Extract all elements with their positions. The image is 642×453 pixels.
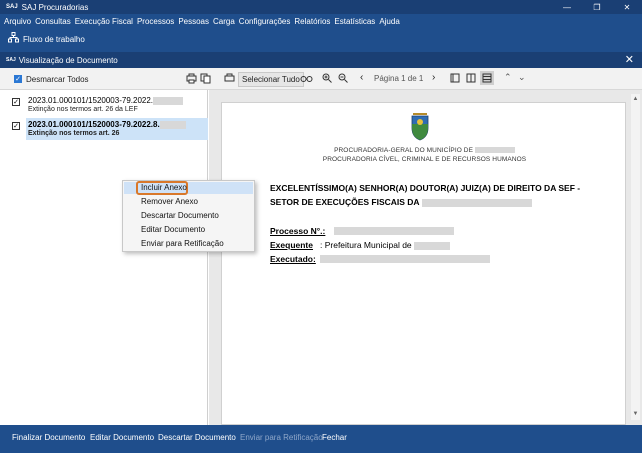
deselect-all-label[interactable]: Desmarcar Todos — [26, 75, 89, 84]
menu-arquivo[interactable]: Arquivo — [4, 17, 31, 26]
previous-page-icon[interactable]: ‹ — [360, 72, 363, 83]
workflow-link[interactable]: Fluxo de trabalho — [23, 35, 85, 44]
dialog-title: Visualização de Documento — [18, 55, 118, 65]
processo-label: Processo N°.: — [270, 226, 326, 236]
minimize-button[interactable]: — — [552, 0, 582, 14]
action-bar: Finalizar Documento Editar Documento Des… — [0, 425, 642, 453]
select-all-button[interactable]: Selecionar Tudo — [238, 72, 304, 87]
document-list: ✓ 2023.01.000101/1520003-79.2022. Extinç… — [0, 90, 208, 425]
main-toolbar: Fluxo de trabalho — [0, 28, 642, 50]
greeting-line2: SETOR DE EXECUÇÕES FISCAIS DA — [270, 197, 532, 207]
page-indicator: Página 1 de 1 — [374, 74, 424, 83]
redacted-executado — [320, 255, 490, 263]
deselect-all-checkbox[interactable]: ✓ — [14, 75, 22, 83]
document-number: 2023.01.000101/1520003-79.2022. — [28, 96, 184, 105]
finalize-document-button[interactable]: Finalizar Documento — [12, 433, 85, 442]
app-logo: SAJ — [6, 4, 18, 10]
document-checkbox[interactable]: ✓ — [12, 122, 20, 130]
document-description: Extinção nos termos art. 26 da LEF — [28, 106, 138, 113]
viewer-toolbar: ✓ Desmarcar Todos Selecionar Tudo ‹ Pági… — [0, 68, 642, 90]
window-controls: — ❐ ✕ — [552, 0, 642, 14]
scroll-up-arrow-icon[interactable]: ▲ — [632, 96, 639, 103]
menu-item-enviar-retificacao[interactable]: Enviar para Retificação — [141, 239, 224, 248]
document-checkbox[interactable]: ✓ — [12, 98, 20, 106]
maximize-button[interactable]: ❐ — [582, 0, 612, 14]
document-preview-pane: PROCURADORIA-GERAL DO MUNICÍPIO DE PROCU… — [209, 90, 642, 425]
scroll-down-arrow-icon[interactable]: ▼ — [632, 411, 639, 418]
zoom-out-icon[interactable] — [338, 73, 348, 85]
menu-configuracoes[interactable]: Configurações — [239, 17, 291, 26]
zoom-in-icon[interactable] — [322, 73, 332, 85]
document-viewer-dialog: SAJ Visualização de Documento ✕ ✓ Desmar… — [0, 52, 642, 453]
municipal-seal-icon — [411, 113, 429, 141]
dialog-title-bar: SAJ Visualização de Documento ✕ — [0, 52, 642, 68]
menu-execucao-fiscal[interactable]: Execução Fiscal — [75, 17, 133, 26]
dialog-logo: SAJ — [6, 57, 16, 63]
redacted-process-number — [334, 227, 454, 235]
menu-item-descartar-documento[interactable]: Descartar Documento — [141, 211, 219, 220]
menu-bar: Arquivo Consultas Execução Fiscal Proces… — [0, 14, 642, 28]
exequente-value: : Prefeitura Municipal de — [320, 240, 451, 250]
scroll-up-icon[interactable]: ⌃ — [504, 72, 512, 83]
org-name-line2: PROCURADORIA CÍVEL, CRIMINAL E DE RECURS… — [322, 156, 527, 163]
print-all-icon[interactable] — [200, 73, 211, 86]
document-page: PROCURADORIA-GERAL DO MUNICÍPIO DE PROCU… — [221, 102, 626, 425]
two-page-view-icon[interactable] — [466, 73, 476, 85]
next-page-icon[interactable]: › — [432, 72, 435, 83]
org-name-line1: PROCURADORIA-GERAL DO MUNICÍPIO DE — [222, 147, 627, 154]
menu-item-editar-documento[interactable]: Editar Documento — [141, 225, 205, 234]
menu-ajuda[interactable]: Ajuda — [379, 17, 399, 26]
menu-carga[interactable]: Carga — [213, 17, 235, 26]
close-window-button[interactable]: ✕ — [612, 0, 642, 14]
print-document-icon[interactable] — [224, 73, 235, 86]
preview-scrollbar[interactable]: ▲ ▼ — [631, 94, 640, 420]
single-page-view-icon[interactable] — [450, 73, 460, 85]
document-number: 2023.01.000101/1520003-79.2022.8. — [28, 120, 186, 129]
app-window: SAJ SAJ Procuradorias — ❐ ✕ Arquivo Cons… — [0, 0, 642, 453]
title-bar: SAJ SAJ Procuradorias — ❐ ✕ — [0, 0, 642, 14]
send-rectification-button[interactable]: Enviar para Retificação — [240, 433, 323, 442]
workflow-icon[interactable] — [8, 32, 19, 46]
menu-consultas[interactable]: Consultas — [35, 17, 71, 26]
menu-item-incluir-anexo[interactable]: Incluir Anexo — [141, 183, 187, 192]
scroll-down-icon[interactable]: ⌄ — [518, 72, 526, 83]
context-menu: Incluir Anexo Remover Anexo Descartar Do… — [122, 180, 255, 252]
print-icon[interactable] — [186, 73, 197, 86]
executado-label: Executado: — [270, 254, 316, 264]
menu-item-remover-anexo[interactable]: Remover Anexo — [141, 197, 198, 206]
edit-document-button[interactable]: Editar Documento — [90, 433, 154, 442]
continuous-view-icon[interactable] — [480, 71, 494, 85]
dialog-close-icon[interactable]: ✕ — [625, 53, 634, 66]
window-title: SAJ Procuradorias — [21, 2, 89, 12]
menu-processos[interactable]: Processos — [137, 17, 174, 26]
find-icon[interactable] — [300, 73, 313, 85]
menu-estatisticas[interactable]: Estatísticas — [334, 17, 375, 26]
document-description: Extinção nos termos art. 26 — [28, 130, 120, 137]
close-button[interactable]: Fechar — [322, 433, 347, 442]
menu-pessoas[interactable]: Pessoas — [178, 17, 209, 26]
menu-relatorios[interactable]: Relatórios — [294, 17, 330, 26]
discard-document-button[interactable]: Descartar Documento — [158, 433, 236, 442]
exequente-label: Exequente — [270, 240, 313, 250]
greeting-line1: EXCELENTÍSSIMO(A) SENHOR(A) DOUTOR(A) JU… — [270, 183, 581, 193]
